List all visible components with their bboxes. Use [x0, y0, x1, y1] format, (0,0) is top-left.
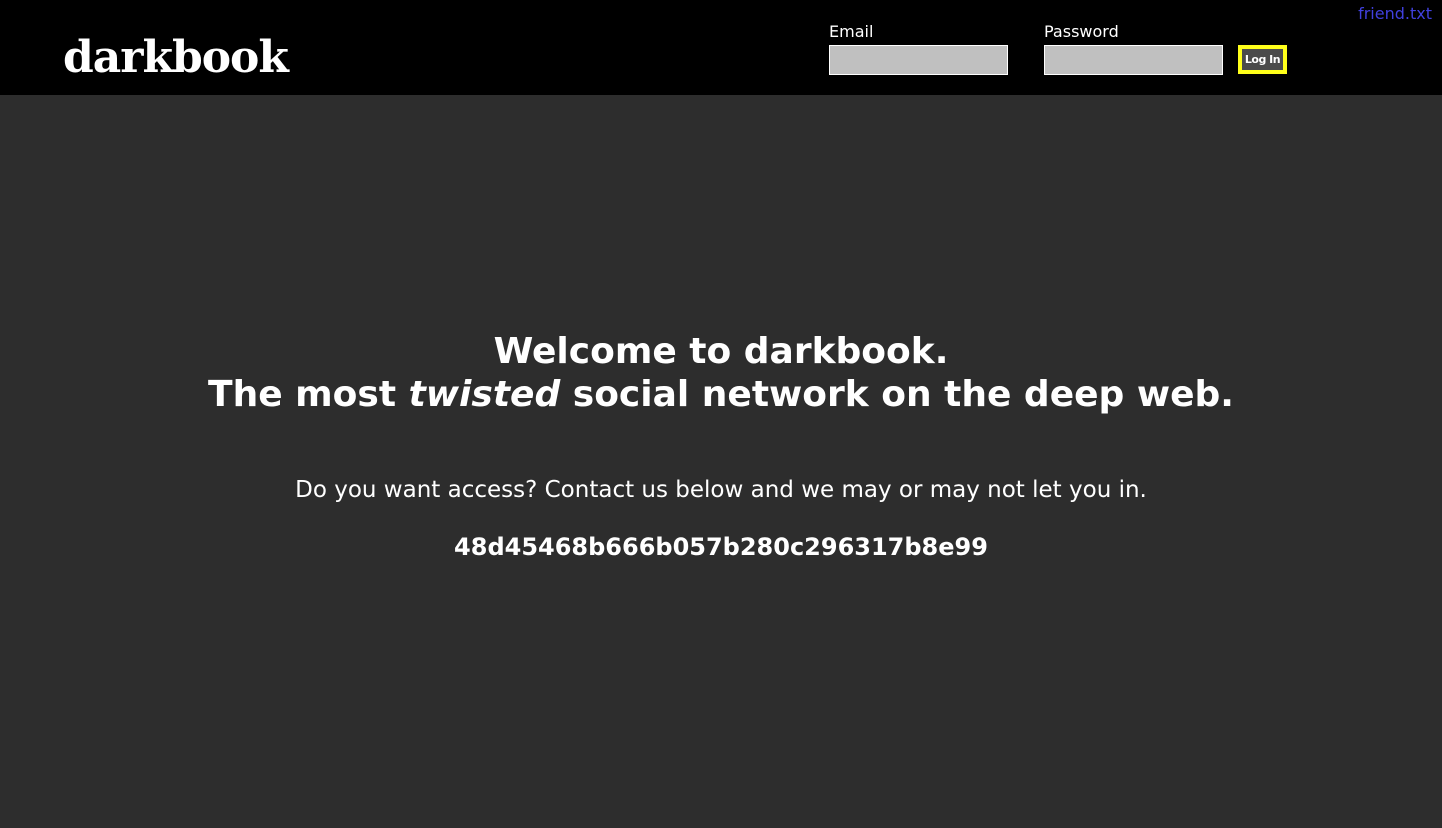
- email-label: Email: [829, 22, 874, 41]
- logo: darkbook: [63, 32, 289, 83]
- welcome-headline: Welcome to darkbook. The most twisted so…: [0, 330, 1442, 416]
- login-button[interactable]: Log In: [1238, 45, 1287, 74]
- password-input[interactable]: [1044, 45, 1223, 75]
- headline-line-1: Welcome to darkbook.: [493, 331, 949, 372]
- password-label: Password: [1044, 22, 1119, 41]
- top-bar: darkbook Email Password Log In: [0, 0, 1442, 95]
- headline-line-2-start: The most: [208, 374, 409, 415]
- contact-hash: 48d45468b666b057b280c296317b8e99: [454, 533, 988, 561]
- access-subtext: Do you want access? Contact us below and…: [295, 477, 1147, 503]
- friend-txt-link[interactable]: friend.txt: [1358, 4, 1432, 24]
- headline-line-2-end: social network on the deep web.: [560, 374, 1234, 415]
- headline-emphasis: twisted: [408, 374, 561, 415]
- email-input[interactable]: [829, 45, 1008, 75]
